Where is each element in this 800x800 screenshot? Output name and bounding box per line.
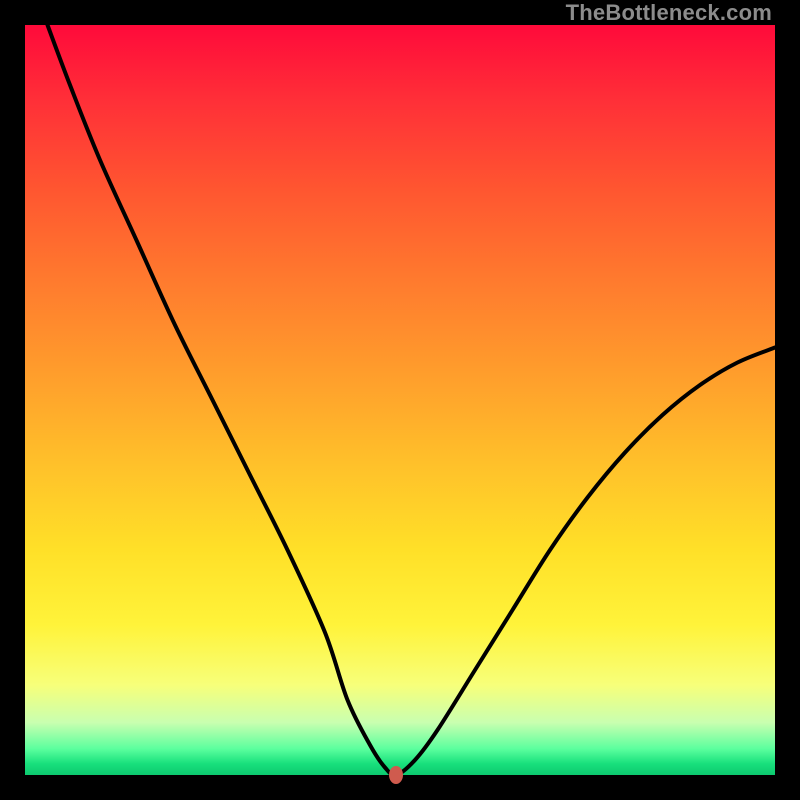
watermark-text: TheBottleneck.com	[566, 0, 772, 26]
bottleneck-curve	[25, 25, 775, 775]
plot-area	[25, 25, 775, 775]
chart-frame: TheBottleneck.com	[0, 0, 800, 800]
optimum-marker	[389, 766, 403, 784]
